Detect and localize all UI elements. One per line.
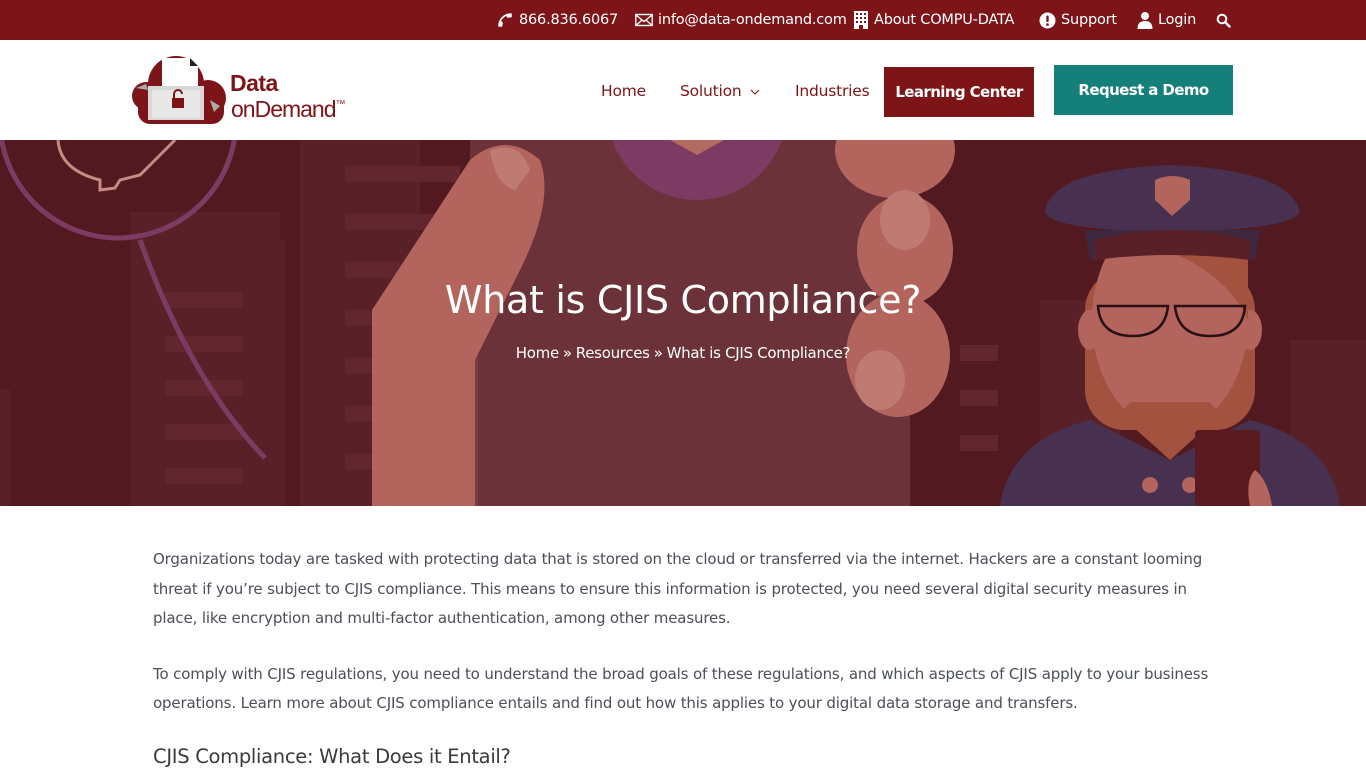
- envelope-icon: [635, 13, 653, 27]
- learning-center-button[interactable]: Learning Center: [884, 67, 1034, 117]
- logo-text-data: Data: [230, 70, 278, 96]
- nav-solution[interactable]: Solution: [680, 40, 760, 140]
- request-demo-button[interactable]: Request a Demo: [1054, 65, 1233, 115]
- about-label: About COMPU-DATA: [874, 12, 1015, 28]
- support-label: Support: [1061, 12, 1117, 28]
- nav-industries[interactable]: Industries: [795, 40, 870, 140]
- login-label: Login: [1158, 12, 1197, 28]
- phone-number: 866.836.6067: [519, 12, 619, 28]
- top-utility-bar: 866.836.6067 info@data-ondemand.com Abou…: [0, 0, 1366, 40]
- nav-solution-label: Solution: [680, 82, 742, 100]
- chevron-down-icon: [750, 39, 760, 141]
- support-link[interactable]: Support: [1039, 0, 1117, 40]
- logo-text-ondemand-word: onDemand: [231, 96, 337, 122]
- phone-link[interactable]: 866.836.6067: [496, 0, 618, 40]
- email-address: info@data-ondemand.com: [658, 12, 847, 28]
- breadcrumb-resources[interactable]: Resources: [576, 344, 650, 362]
- nav-home[interactable]: Home: [601, 40, 646, 140]
- breadcrumb-separator: »: [562, 344, 572, 362]
- section-heading: CJIS Compliance: What Does it Entail?: [153, 744, 511, 768]
- intro-paragraph: Organizations today are tasked with prot…: [153, 550, 1203, 627]
- search-button[interactable]: [1216, 0, 1236, 40]
- cloud-lock-logo-icon: [132, 56, 226, 124]
- user-icon: [1137, 12, 1153, 29]
- trademark-symbol: ™: [335, 99, 346, 110]
- hero-illustration: [0, 140, 1366, 506]
- data-ondemand-logo[interactable]: Data onDemand™: [132, 54, 352, 126]
- breadcrumb-separator: »: [653, 344, 663, 362]
- breadcrumb-current: What is CJIS Compliance?: [666, 344, 851, 362]
- search-icon: [1216, 13, 1231, 28]
- logo-text-ondemand: onDemand™: [231, 96, 346, 123]
- about-compu-data-link[interactable]: About COMPU-DATA: [853, 0, 1014, 40]
- article-content: Organizations today are tasked with prot…: [153, 545, 1218, 768]
- exclamation-circle-icon: [1039, 12, 1056, 28]
- phone-icon: [498, 13, 512, 27]
- breadcrumb: Home» Resources» What is CJIS Compliance?: [0, 344, 1366, 362]
- building-icon: [854, 11, 868, 29]
- email-link[interactable]: info@data-ondemand.com: [635, 0, 847, 40]
- breadcrumb-home[interactable]: Home: [516, 344, 559, 362]
- login-link[interactable]: Login: [1137, 0, 1196, 40]
- hero-banner: What is CJIS Compliance? Home» Resources»…: [0, 140, 1366, 506]
- second-paragraph: To comply with CJIS regulations, you nee…: [153, 664, 1209, 713]
- page-title: What is CJIS Compliance?: [444, 278, 922, 322]
